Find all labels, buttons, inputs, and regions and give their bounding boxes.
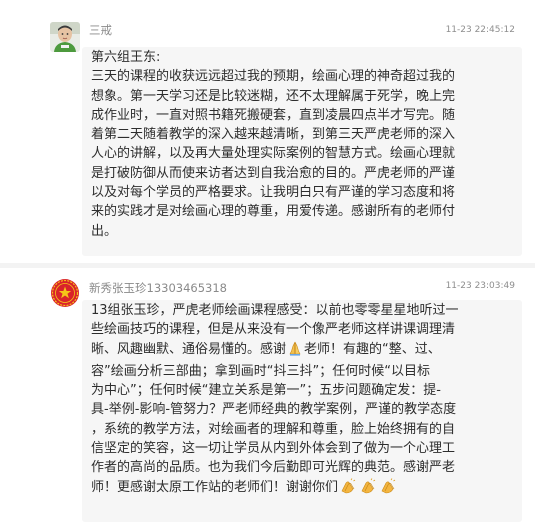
sender-name[interactable]: 三戒	[89, 22, 112, 38]
comment-bubble: 13组张玉珍，严虎老师绘画课程感受：以前也零零星星地听过一 些绘画技巧的课程，但…	[82, 300, 522, 522]
comment-line: 晰、风趣幽默、通俗易懂的。感谢 老师！有趣的“整、过、	[91, 340, 512, 362]
comment-text: 老师！有趣的“整、过、	[304, 341, 441, 357]
comment-line: 人心的讲解，以及再大量处理实际案例的智慧方式。绘画心理就	[91, 146, 456, 162]
sender-name[interactable]: 新秀张玉珍13303465318	[89, 280, 227, 296]
comment-line: 师！更感谢太原工作站的老师们！谢谢你们	[91, 477, 512, 500]
child-photo-icon	[50, 22, 80, 52]
comment-line: 成作业时，一直对照书籍死搬硬套，直到凌晨四点半才写完。随	[91, 107, 456, 123]
comment-line: 作者的高尚的品质。也为我们今后勤即可光辉的典范。感谢严老	[91, 460, 456, 476]
timestamp: 11-23 23:03:49	[445, 281, 515, 291]
comment-bubble: 第六组王东: 三天的课程的收获远远超过我的预期，绘画心理的神奇超过我的 想象。第…	[82, 47, 522, 256]
comment-line: 出。	[91, 223, 118, 239]
comment-line: 来的实践才是对绘画心理的尊重，用爱传递。感谢所有的老师付	[91, 204, 456, 220]
comment-line: 以及对每个学员的严格要求。让我明白只有严谨的学习态度和将	[91, 185, 456, 201]
avatar[interactable]	[50, 278, 80, 308]
comment-line: 三天的课程的收获远远超过我的预期，绘画心理的神奇超过我的	[91, 69, 456, 85]
comment-text: 师！更感谢太原工作站的老师们！谢谢你们	[91, 479, 339, 495]
clapping-hands-emoji	[339, 477, 357, 500]
comment-line: 13组张玉珍，严虎老师绘画课程感受：以前也零零星星地听过一	[91, 303, 459, 318]
party-emblem-icon	[50, 278, 80, 308]
avatar[interactable]	[50, 22, 80, 52]
clapping-hands-emoji	[379, 477, 397, 500]
clapping-hands-emoji	[359, 477, 377, 500]
comment-line: 第六组王东:	[91, 50, 161, 65]
comment-line: 容”绘画分析三部曲；拿到画时“抖三抖”；任何时候“以目标	[91, 363, 430, 379]
comment-line: 着第二天随着教学的深入越来越清晰，到第三天严虎老师的深入	[91, 127, 456, 143]
comment-line: 信坚定的笑容，这一切让学员从内到外体会到了做为一个心理工	[91, 441, 456, 457]
comment-line: 具-举例-影响-管努力？严老师经典的教学案例，严谨的教学态度	[91, 402, 457, 418]
comment-line: ，系统的教学方法，对绘画者的理解和尊重，脸上始终拥有的自	[91, 421, 456, 437]
comment-item: 三戒 11-23 22:45:12 第六组王东: 三天的课程的收获远远超过我的预…	[0, 0, 535, 262]
comment-line: 些绘画技巧的课程，但是从来没有一个像严老师这样讲课调理清	[91, 322, 456, 338]
comment-text: 晰、风趣幽默、通俗易懂的。感谢	[91, 341, 287, 357]
comment-line: 为中心”；任何时候“建立关系是第一”；五步问题确定发：提-	[91, 383, 441, 399]
timestamp: 11-23 22:45:12	[445, 25, 515, 35]
comment-line: 想象。第一天学习还是比较迷糊，还不太理解属于死学，晚上完	[91, 88, 456, 104]
comment-item: 新秀张玉珍13303465318 11-23 23:03:49 13组张玉珍，严…	[0, 268, 535, 522]
comment-line: 是打破防御从而使来访者达到自我治愈的目的。严虎老师的严谨	[91, 165, 456, 181]
praying-hands-emoji	[287, 340, 303, 362]
